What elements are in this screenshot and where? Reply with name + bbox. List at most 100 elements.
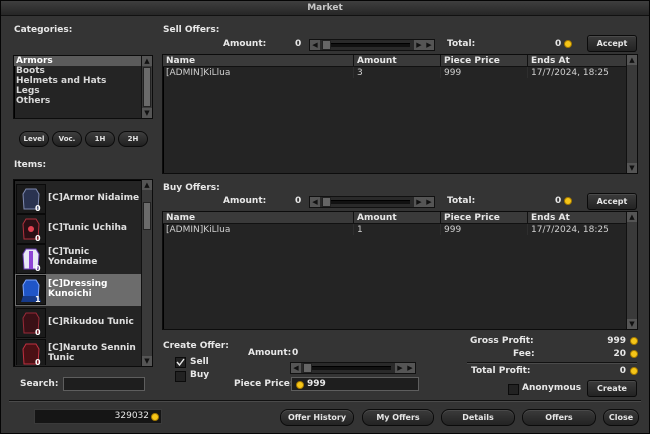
buy-radio[interactable]: [175, 371, 186, 382]
item-row-selected[interactable]: 1 [C]Dressing Kunoichi: [15, 274, 141, 306]
details-button[interactable]: Details: [441, 409, 515, 426]
slider-end-icon[interactable]: ▶: [405, 363, 415, 373]
category-item[interactable]: Legs: [14, 86, 152, 96]
column-header[interactable]: Name: [163, 212, 354, 224]
slider-left-icon[interactable]: ◀: [310, 197, 320, 207]
offer-ends-at: 17/7/2024, 18:25: [527, 223, 627, 235]
offer-price: 999: [440, 223, 528, 235]
item-name: [C]Tunic Yondaime: [48, 247, 98, 267]
categories-scrollbar[interactable]: ▲ ▼: [141, 56, 152, 118]
column-header[interactable]: Ends At: [527, 55, 627, 67]
scroll-up-icon[interactable]: ▲: [142, 56, 152, 66]
scroll-down-icon[interactable]: ▼: [627, 319, 637, 329]
item-row[interactable]: 0 [C]Tunic Uchiha: [15, 213, 141, 245]
category-item[interactable]: Boots: [14, 66, 152, 76]
create-offer-button[interactable]: Create: [587, 380, 637, 397]
filter-level-button[interactable]: Level: [19, 131, 49, 147]
market-window: Market Categories: Armors Boots Helmets …: [0, 0, 650, 434]
table-row[interactable]: [ADMIN]KiLlua 1 999 17/7/2024, 18:25: [163, 223, 627, 235]
scroll-up-icon[interactable]: ▲: [142, 180, 152, 190]
buy-table-scrollbar[interactable]: ▲ ▼: [626, 212, 637, 329]
buy-amount-label: Amount:: [223, 196, 267, 206]
item-row[interactable]: 0 [C]Rikudou Tunic: [15, 307, 141, 339]
buy-amount-slider[interactable]: ◀ ▶ ▶: [309, 196, 435, 208]
item-row[interactable]: 0 [C]Naruto Sennin Tunic: [15, 338, 141, 365]
sell-offers-table: Name Amount Piece Price Ends At [ADMIN]K…: [162, 54, 638, 174]
scroll-down-icon[interactable]: ▼: [142, 356, 152, 366]
item-name: [C]Tunic Uchiha: [48, 223, 127, 233]
footer-divider: [9, 400, 641, 401]
column-header[interactable]: Amount: [353, 55, 441, 67]
offer-history-button[interactable]: Offer History: [280, 409, 354, 426]
gold-coin-icon: [630, 337, 638, 345]
items-scrollbar[interactable]: ▲ ▼: [141, 180, 152, 366]
fee-label: Fee:: [513, 349, 535, 359]
anonymous-checkbox[interactable]: [508, 384, 519, 395]
column-header[interactable]: Amount: [353, 212, 441, 224]
anonymous-label: Anonymous: [522, 383, 582, 393]
my-offers-button[interactable]: My Offers: [362, 409, 434, 426]
slider-right-icon[interactable]: ▶: [395, 363, 405, 373]
scroll-down-icon[interactable]: ▼: [142, 108, 152, 118]
scroll-up-icon[interactable]: ▲: [627, 55, 637, 65]
column-header[interactable]: Ends At: [527, 212, 627, 224]
slider-end-icon[interactable]: ▶: [424, 197, 434, 207]
slider-right-icon[interactable]: ▶: [414, 197, 424, 207]
sell-option-label: Sell: [190, 357, 209, 367]
column-header[interactable]: Piece Price: [440, 212, 528, 224]
buy-offers-table: Name Amount Piece Price Ends At [ADMIN]K…: [162, 211, 638, 330]
total-profit-label: Total Profit:: [471, 366, 531, 376]
sell-total-value: 0: [555, 39, 562, 49]
items-label: Items:: [14, 160, 47, 170]
filter-vocation-button[interactable]: Voc.: [52, 131, 82, 147]
slider-left-icon[interactable]: ◀: [291, 363, 301, 373]
window-title: Market: [1, 1, 649, 16]
sell-radio[interactable]: [175, 357, 186, 368]
offer-ends-at: 17/7/2024, 18:25: [527, 66, 627, 78]
slider-knob[interactable]: [303, 363, 312, 373]
filter-1h-button[interactable]: 1H: [85, 131, 115, 147]
item-quantity: 0: [35, 234, 41, 243]
slider-left-icon[interactable]: ◀: [310, 40, 320, 50]
scroll-thumb[interactable]: [143, 202, 151, 230]
search-input[interactable]: [63, 377, 145, 391]
category-item[interactable]: Others: [14, 96, 152, 106]
piece-price-input[interactable]: 999: [291, 377, 419, 391]
create-amount-value: 0: [292, 348, 299, 358]
offer-amount: 1: [353, 223, 441, 235]
item-quantity: 0: [35, 204, 41, 213]
item-name: [C]Naruto Sennin Tunic: [48, 343, 136, 363]
gross-profit-value: 999: [607, 336, 626, 346]
sell-table-scrollbar[interactable]: ▲ ▼: [626, 55, 637, 173]
category-item[interactable]: Helmets and Hats: [14, 76, 152, 86]
scroll-down-icon[interactable]: ▼: [627, 163, 637, 173]
table-row[interactable]: [ADMIN]KiLlua 3 999 17/7/2024, 18:25: [163, 66, 627, 78]
slider-knob[interactable]: [322, 197, 331, 207]
sell-offers-grid: Name Amount Piece Price Ends At [ADMIN]K…: [163, 55, 627, 78]
categories-label: Categories:: [14, 25, 73, 35]
balance-display: 329032: [34, 409, 162, 424]
sell-amount-slider[interactable]: ◀ ▶ ▶: [309, 39, 435, 51]
scroll-thumb[interactable]: [143, 67, 151, 107]
slider-right-icon[interactable]: ▶: [414, 40, 424, 50]
category-item[interactable]: Armors: [14, 56, 141, 66]
scroll-up-icon[interactable]: ▲: [627, 212, 637, 222]
create-offer-label: Create Offer:: [163, 341, 229, 351]
slider-end-icon[interactable]: ▶: [424, 40, 434, 50]
column-header[interactable]: Piece Price: [440, 55, 528, 67]
item-row[interactable]: 0 [C]Armor Nidaime: [15, 183, 141, 215]
filter-2h-button[interactable]: 2H: [118, 131, 148, 147]
buy-accept-button[interactable]: Accept: [587, 193, 637, 210]
buy-amount-value: 0: [295, 196, 302, 206]
slider-knob[interactable]: [322, 40, 331, 50]
column-header[interactable]: Name: [163, 55, 354, 67]
close-button[interactable]: Close: [603, 409, 639, 426]
item-name: [C]Rikudou Tunic: [48, 317, 134, 327]
sell-accept-button[interactable]: Accept: [587, 35, 637, 52]
balance-value: 329032: [114, 411, 149, 421]
gold-coin-icon: [630, 367, 638, 375]
offers-button[interactable]: Offers: [522, 409, 596, 426]
create-amount-slider[interactable]: ◀ ▶ ▶: [290, 362, 416, 374]
item-row[interactable]: 0 [C]Tunic Yondaime: [15, 243, 141, 275]
piece-price-label: Piece Price:: [234, 379, 294, 389]
